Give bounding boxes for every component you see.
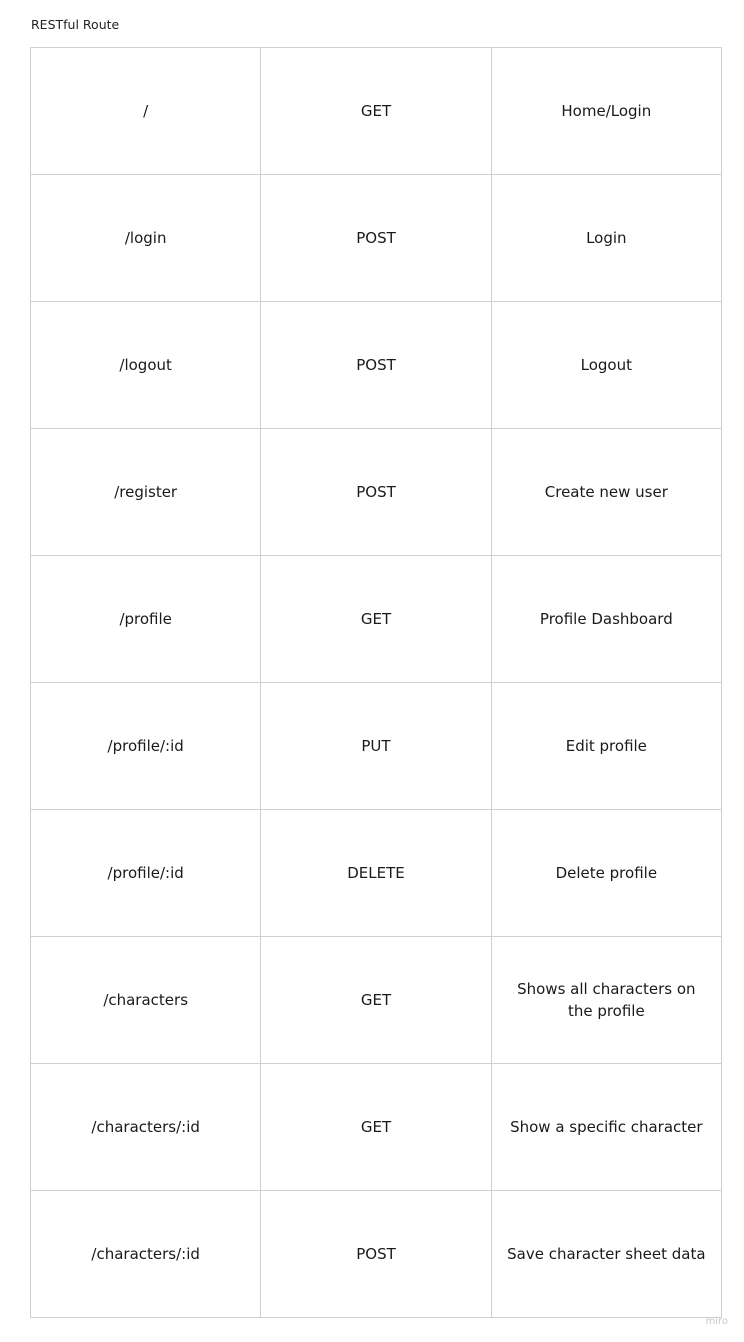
table-row: /profile/:id PUT Edit profile bbox=[29, 682, 723, 810]
http-method-cell: GET bbox=[260, 1063, 492, 1191]
http-method-cell: POST bbox=[260, 174, 492, 302]
route-path-cell: /characters/:id bbox=[29, 1190, 262, 1318]
table-row: /characters GET Shows all characters on th… bbox=[29, 936, 723, 1064]
table-row: / GET Home/Login bbox=[29, 47, 723, 175]
route-path-cell: /profile bbox=[29, 555, 262, 683]
http-method-cell: PUT bbox=[260, 682, 492, 810]
description-cell: Show a specific character bbox=[490, 1063, 723, 1191]
table-row: /register POST Create new user bbox=[29, 428, 723, 556]
http-method-cell: POST bbox=[260, 301, 492, 429]
description-cell: Delete profile bbox=[490, 809, 723, 937]
route-path-cell: / bbox=[29, 47, 262, 175]
miro-watermark: miro bbox=[705, 1316, 728, 1327]
description-cell: Create new user bbox=[490, 428, 723, 556]
table-row: /login POST Login bbox=[29, 174, 723, 302]
description-cell: Profile Dashboard bbox=[490, 555, 723, 683]
description-cell: Login bbox=[490, 174, 723, 302]
route-path-cell: /register bbox=[29, 428, 262, 556]
table-row: /profile GET Profile Dashboard bbox=[29, 555, 723, 683]
description-cell: Home/Login bbox=[490, 47, 723, 175]
description-cell: Shows all characters on the profile bbox=[490, 936, 723, 1064]
description-cell: Edit profile bbox=[490, 682, 723, 810]
http-method-cell: DELETE bbox=[260, 809, 492, 937]
http-method-cell: GET bbox=[260, 555, 492, 683]
page-title: RESTful Route bbox=[31, 17, 120, 32]
http-method-cell: POST bbox=[260, 1190, 492, 1318]
route-path-cell: /characters/:id bbox=[29, 1063, 262, 1191]
route-path-cell: /login bbox=[29, 174, 262, 302]
route-path-cell: /logout bbox=[29, 301, 262, 429]
http-method-cell: GET bbox=[260, 47, 492, 175]
routes-table: / GET Home/Login/login POST Login/logout POST… bbox=[29, 47, 723, 1318]
http-method-cell: POST bbox=[260, 428, 492, 556]
route-path-cell: /characters bbox=[29, 936, 262, 1064]
table-row: /logout POST Logout bbox=[29, 301, 723, 429]
table-row: /profile/:id DELETE Delete profile bbox=[29, 809, 723, 937]
table-row: /characters/:id POST Save character sheet … bbox=[29, 1190, 723, 1318]
route-path-cell: /profile/:id bbox=[29, 809, 262, 937]
route-path-cell: /profile/:id bbox=[29, 682, 262, 810]
description-cell: Logout bbox=[490, 301, 723, 429]
http-method-cell: GET bbox=[260, 936, 492, 1064]
table-row: /characters/:id GET Show a specific charac… bbox=[29, 1063, 723, 1191]
description-cell: Save character sheet data bbox=[490, 1190, 723, 1318]
